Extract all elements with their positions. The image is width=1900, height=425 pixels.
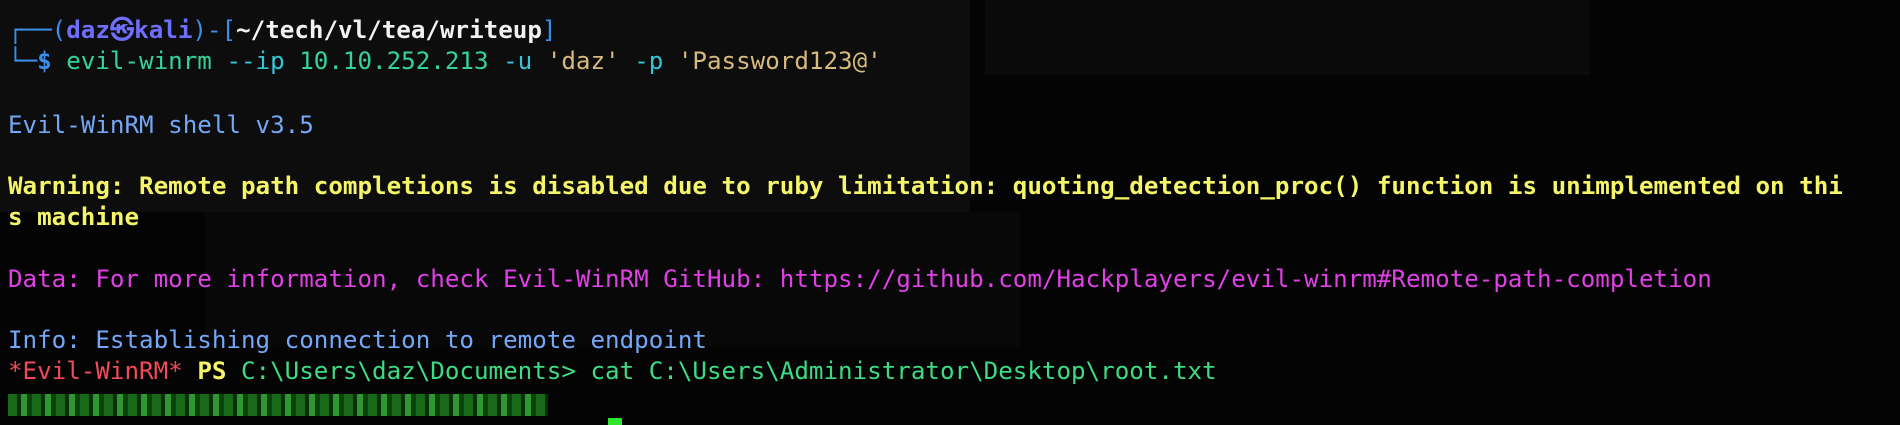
evil-winrm-tag: *Evil-WinRM*: [8, 357, 183, 385]
command-line: └─$ evil-winrm --ip 10.10.252.213 -u 'da…: [8, 46, 882, 77]
prompt-host: kali: [134, 16, 193, 44]
banner-line: Evil-WinRM shell v3.5: [8, 111, 314, 139]
warning-line-continued: s machine: [8, 203, 140, 231]
ps-command: cat C:\Users\Administrator\Desktop\root.…: [590, 357, 1217, 385]
prompt-frame: ┌──(: [8, 16, 67, 44]
command-ip: 10.10.252.213: [299, 47, 489, 75]
shell-prompt-line: ┌──(daz㉿kali)-[~/tech/vl/tea/writeup]: [8, 15, 556, 46]
data-line: Data: For more information, check Evil-W…: [8, 265, 1712, 293]
redacted-flag-output: [8, 394, 548, 416]
command-program: evil-winrm: [66, 47, 212, 75]
terminal-window[interactable]: ┌──(daz㉿kali)-[~/tech/vl/tea/writeup] └─…: [0, 0, 1900, 425]
ps-label: PS: [197, 357, 227, 385]
prompt-frame: └─: [8, 47, 38, 75]
info-line: Info: Establishing connection to remote …: [8, 326, 707, 354]
powershell-prompt-line: *Evil-WinRM* PS C:\Users\daz\Documents> …: [8, 356, 1217, 387]
prompt-user: daz: [66, 16, 110, 44]
command-flag: -p: [634, 47, 664, 75]
background-window-ghost: [985, 0, 1590, 75]
prompt-frame: )-[: [192, 16, 237, 44]
warning-line: Warning: Remote path completions is disa…: [8, 172, 1843, 200]
prompt-dollar: $: [37, 47, 52, 75]
command-flag: -u: [503, 47, 533, 75]
command-password: 'Password123@': [677, 47, 882, 75]
command-flag: --ip: [226, 47, 285, 75]
prompt-path: ~/tech/vl/tea/writeup: [236, 16, 542, 44]
prompt-separator-icon: ㉿: [109, 16, 135, 44]
command-user: 'daz': [546, 47, 620, 75]
terminal-cursor: [608, 418, 622, 425]
ps-cwd: C:\Users\daz\Documents>: [241, 357, 576, 385]
prompt-frame: ]: [541, 16, 557, 44]
